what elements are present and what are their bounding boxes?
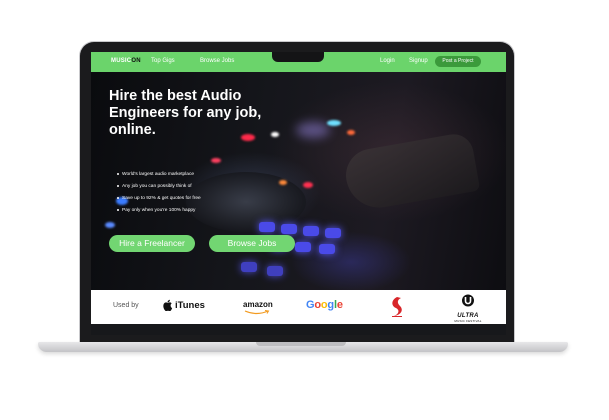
hero-bullet-list: World's largest audio marketplace Any jo… <box>117 169 201 217</box>
itunes-logo: iTunes <box>163 299 205 311</box>
amazon-logo: amazon <box>243 300 273 309</box>
drum-pad <box>319 244 335 254</box>
drum-pad <box>259 222 275 232</box>
apple-icon <box>163 299 173 311</box>
stage-light <box>347 130 355 135</box>
ultra-subtext: MUSIC FESTIVAL <box>454 319 482 323</box>
hero-headline: Hire the best Audio Engineers for any jo… <box>109 88 262 138</box>
signup-link[interactable]: Signup <box>409 58 428 64</box>
bullet-item: Any job you can possibly think of <box>117 181 201 193</box>
bullet-item: World's largest audio marketplace <box>117 169 201 181</box>
screen-bottom-bar <box>91 324 506 335</box>
drum-pad <box>295 242 311 252</box>
amazon-smile-icon <box>244 310 270 315</box>
turntable-graphic <box>186 172 306 232</box>
dj-hand-graphic <box>341 131 481 213</box>
bullet-item: Pay only when you're 100% happy <box>117 205 201 217</box>
bullet-item: Save up to 92% & get quotes for free <box>117 193 201 205</box>
drum-pad <box>303 226 319 236</box>
camera-notch <box>272 52 324 62</box>
logo-accent-text: ON <box>131 58 141 64</box>
google-logo: Google <box>306 299 343 311</box>
nav-link-browse-jobs[interactable]: Browse Jobs <box>200 58 234 64</box>
drum-pad <box>241 262 257 272</box>
stage-light <box>279 180 287 185</box>
google-letter: e <box>336 299 343 311</box>
laptop-mockup: MUSICON Top Gigs Browse Jobs Login Signu… <box>0 0 609 420</box>
hire-freelancer-button[interactable]: Hire a Freelancer <box>109 235 195 252</box>
drum-pad <box>281 224 297 234</box>
ultra-u-icon <box>462 294 474 307</box>
drum-pad <box>267 266 283 276</box>
login-link[interactable]: Login <box>380 58 395 64</box>
site-logo[interactable]: MUSICON <box>111 58 141 64</box>
website-screen: MUSICON Top Gigs Browse Jobs Login Signu… <box>91 52 506 335</box>
ultra-logo: ULTRA MUSIC FESTIVAL <box>451 294 485 323</box>
sony-music-logo-icon <box>392 297 402 317</box>
stage-light <box>296 122 330 138</box>
laptop-opening-groove <box>256 342 346 346</box>
stage-light <box>105 222 115 228</box>
logo-main-text: MUSIC <box>111 58 132 64</box>
hero-section: Hire the best Audio Engineers for any jo… <box>91 72 506 290</box>
stage-light <box>211 158 221 163</box>
nav-link-top-gigs[interactable]: Top Gigs <box>151 58 175 64</box>
browse-jobs-button[interactable]: Browse Jobs <box>209 235 295 252</box>
stage-light <box>303 182 313 188</box>
drum-pad <box>325 228 341 238</box>
used-by-logos-strip: Used by iTunes amazon Google ULTRA MUSIC… <box>91 290 506 324</box>
used-by-label: Used by <box>113 302 139 309</box>
itunes-text: iTunes <box>175 299 205 311</box>
stage-light <box>327 120 341 126</box>
post-project-button[interactable]: Post a Project <box>435 56 481 67</box>
